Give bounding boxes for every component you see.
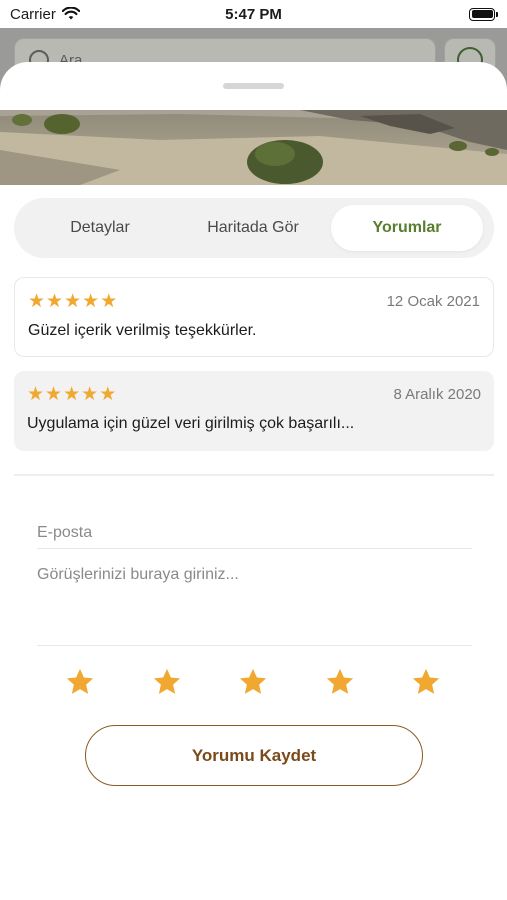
review-rating-stars: ★ ★ ★ ★ ★ — [28, 292, 117, 311]
review-card: ★ ★ ★ ★ ★ 8 Aralık 2020 Uygulama için güzel … — [14, 371, 494, 451]
rating-star-3[interactable] — [231, 660, 275, 704]
review-text: Güzel içerik verilmiş teşekkürler. — [28, 322, 257, 339]
star-icon: ★ — [99, 384, 117, 405]
rating-star-5[interactable] — [404, 660, 448, 704]
section-divider — [14, 474, 494, 476]
review-rating-stars: ★ ★ ★ ★ ★ — [27, 385, 116, 404]
status-left: Carrier — [10, 6, 80, 23]
star-icon: ★ — [46, 291, 64, 312]
save-review-button[interactable]: Yorumu Kaydet — [85, 725, 423, 786]
segmented-tabs: Detaylar Haritada Gör Yorumlar — [14, 198, 494, 258]
rating-selector — [58, 660, 448, 704]
place-photo — [0, 110, 507, 185]
star-icon: ★ — [27, 384, 45, 405]
star-icon — [326, 668, 353, 694]
status-time: 5:47 PM — [225, 5, 282, 23]
review-date: 8 Aralık 2020 — [393, 386, 481, 403]
rating-star-2[interactable] — [145, 660, 189, 704]
review-date: 12 Ocak 2021 — [386, 293, 480, 310]
star-icon: ★ — [28, 291, 46, 312]
star-icon: ★ — [45, 384, 63, 405]
star-icon — [66, 668, 94, 694]
carrier-label: Carrier — [10, 5, 56, 23]
comment-field[interactable] — [37, 562, 472, 646]
star-icon: ★ — [64, 291, 82, 312]
email-field[interactable] — [37, 517, 472, 549]
star-icon: ★ — [100, 291, 118, 312]
star-icon — [412, 668, 440, 694]
status-bar: Carrier 5:47 PM — [0, 0, 507, 28]
tab-show-on-map[interactable]: Haritada Gör — [177, 205, 329, 251]
rating-star-4[interactable] — [318, 660, 362, 704]
sheet-grabber[interactable] — [223, 83, 284, 89]
star-icon: ★ — [81, 384, 99, 405]
star-icon: ★ — [82, 291, 100, 312]
review-card: ★ ★ ★ ★ ★ 12 Ocak 2021 Güzel içerik verilmiş… — [14, 277, 494, 357]
star-icon — [239, 668, 267, 694]
wifi-icon — [61, 7, 80, 20]
review-text: Uygulama için güzel veri girilmiş çok ba… — [27, 415, 355, 432]
star-icon: ★ — [63, 384, 81, 405]
star-icon — [153, 668, 180, 694]
tab-details[interactable]: Detaylar — [24, 205, 176, 251]
bottom-sheet: Detaylar Haritada Gör Yorumlar ★ ★ ★ ★ ★ 12 … — [0, 62, 507, 900]
battery-icon — [469, 7, 498, 21]
rating-star-1[interactable] — [58, 660, 102, 704]
tab-reviews[interactable]: Yorumlar — [331, 205, 483, 251]
